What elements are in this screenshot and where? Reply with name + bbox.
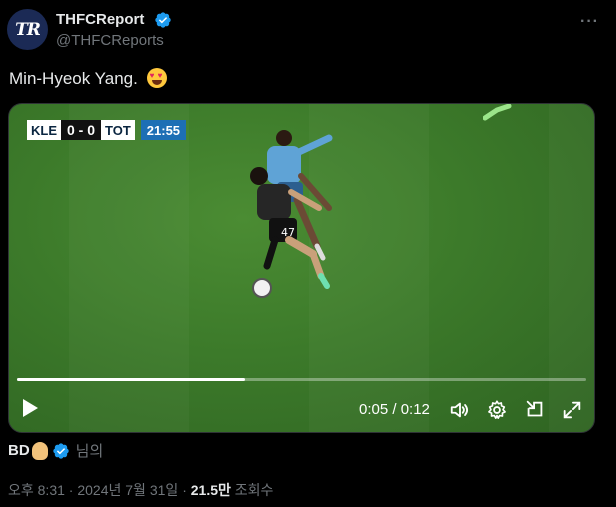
video-progress-fill bbox=[17, 378, 245, 381]
verified-badge-icon bbox=[52, 442, 69, 459]
fullscreen-icon[interactable] bbox=[561, 399, 583, 421]
byline: BD 님의 bbox=[8, 440, 103, 461]
boot-image bbox=[483, 104, 512, 121]
picture-in-picture-icon[interactable] bbox=[524, 399, 546, 421]
tweet-text: Min-Hyeok Yang. ♥ ♥ bbox=[9, 68, 167, 89]
meta-separator: · bbox=[68, 482, 74, 498]
avatar[interactable]: TR bbox=[7, 9, 48, 50]
byline-name[interactable]: BD bbox=[8, 442, 30, 459]
video-player[interactable]: KLE 0 - 0 TOT 21:55 47 0:05 / 0:12 bbox=[8, 103, 595, 433]
views-label: 조회수 bbox=[234, 482, 274, 498]
video-progress-bar[interactable] bbox=[17, 378, 586, 381]
tweet-header: TR THFCReport @THFCReports ··· bbox=[7, 9, 607, 53]
score: 0 - 0 bbox=[61, 120, 102, 140]
author-name[interactable]: THFCReport bbox=[56, 11, 144, 28]
away-team: TOT bbox=[101, 120, 135, 140]
play-icon[interactable] bbox=[23, 399, 38, 417]
players-image: 47 bbox=[250, 130, 333, 289]
match-clock: 21:55 bbox=[140, 120, 187, 140]
verified-badge-icon bbox=[155, 12, 171, 28]
tweet-date[interactable]: 2024년 7월 31일 bbox=[77, 482, 178, 498]
tweet-time[interactable]: 오후 8:31 bbox=[8, 482, 65, 498]
meta-separator-2: · bbox=[182, 482, 187, 498]
author-handle[interactable]: @THFCReports bbox=[56, 32, 164, 49]
ball-image bbox=[252, 278, 272, 298]
heart-eyes-emoji-icon: ♥ ♥ bbox=[146, 68, 167, 88]
video-time: 0:05 / 0:12 bbox=[359, 401, 430, 418]
vulcan-salute-emoji-icon bbox=[31, 441, 48, 460]
more-options-button[interactable]: ··· bbox=[580, 13, 599, 31]
tweet-text-content: Min-Hyeok Yang. bbox=[9, 69, 138, 88]
byline-suffix: 님의 bbox=[75, 443, 104, 460]
views-count: 21.5만 bbox=[190, 482, 231, 498]
home-team: KLE bbox=[27, 120, 61, 140]
video-controls: 0:05 / 0:12 bbox=[9, 390, 594, 430]
scoreboard: KLE 0 - 0 TOT 21:55 bbox=[27, 120, 187, 140]
tweet-meta: 오후 8:31 · 2024년 7월 31일 · 21.5만 조회수 bbox=[8, 480, 273, 500]
volume-icon[interactable] bbox=[449, 399, 471, 421]
settings-icon[interactable] bbox=[486, 399, 508, 421]
